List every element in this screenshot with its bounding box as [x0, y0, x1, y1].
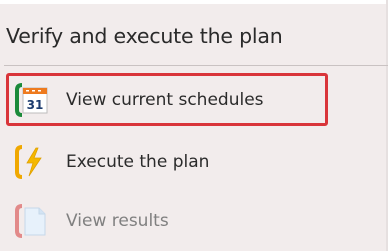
- verify-execute-panel: Verify and execute the plan 31 View curr…: [0, 0, 388, 251]
- view-results-label: View results: [66, 211, 169, 231]
- document-icon: [14, 202, 52, 240]
- selection-highlight: [6, 73, 328, 126]
- title-divider: [4, 65, 388, 66]
- view-results-link[interactable]: View results: [14, 201, 334, 241]
- lightning-bolt-icon: [14, 143, 52, 181]
- panel-title: Verify and execute the plan: [6, 24, 283, 48]
- panel-top-edge: [0, 0, 388, 4]
- execute-the-plan-link[interactable]: Execute the plan: [14, 142, 334, 182]
- execute-the-plan-label: Execute the plan: [66, 152, 210, 172]
